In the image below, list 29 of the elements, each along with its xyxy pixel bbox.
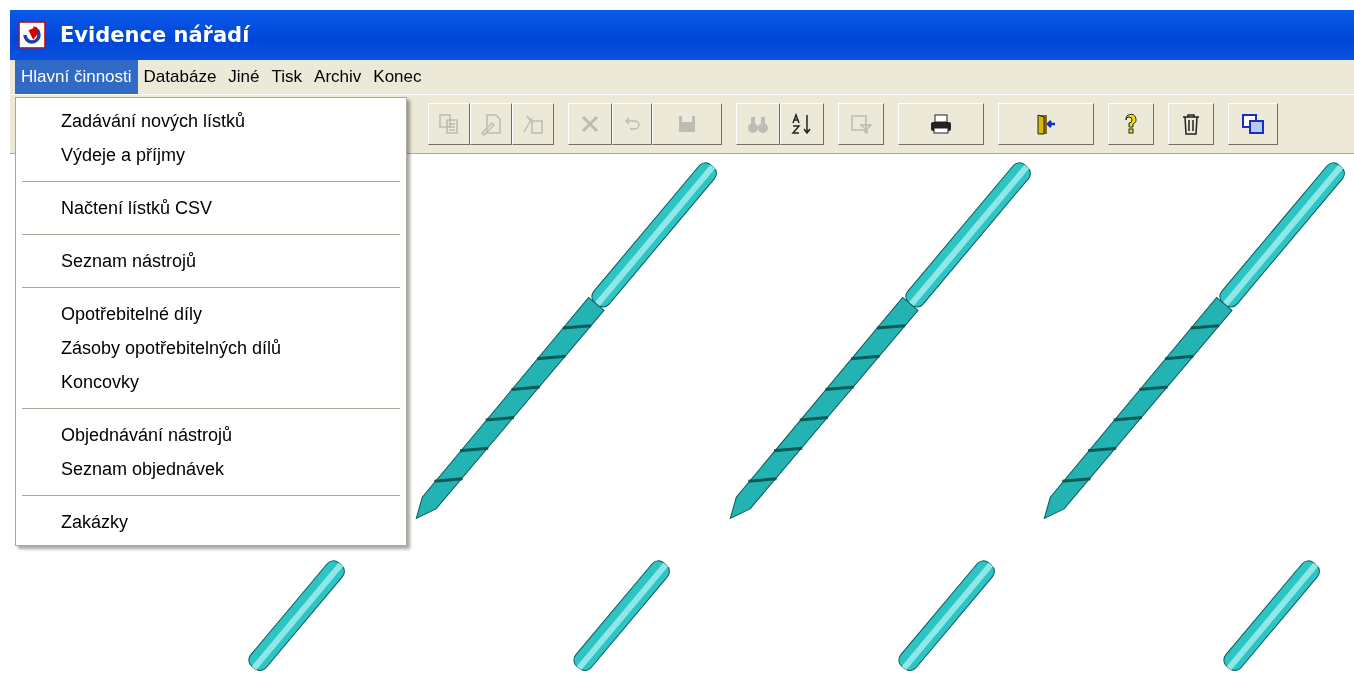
menu-item[interactable]: Jiné <box>222 60 266 94</box>
filter-icon <box>849 112 873 136</box>
toolbar-button[interactable] <box>1168 103 1214 145</box>
app-icon <box>18 21 46 49</box>
menu-entry[interactable]: Seznam nástrojů <box>16 244 406 278</box>
toolbar-button[interactable] <box>780 103 824 145</box>
edit-icon <box>479 112 503 136</box>
window-title: Evidence nářadí <box>60 23 250 47</box>
toolbar-button[interactable] <box>898 103 984 145</box>
menu-item[interactable]: Hlavní činnosti <box>15 60 138 94</box>
menu-entry[interactable]: Výdeje a příjmy <box>16 138 406 172</box>
printer-icon <box>929 112 953 136</box>
windows-icon <box>1241 112 1265 136</box>
menu-entry[interactable]: Načtení lístků CSV <box>16 191 406 225</box>
menu-entry[interactable]: Seznam objednávek <box>16 452 406 486</box>
door-icon <box>1034 112 1058 136</box>
menu-entry[interactable]: Opotřebitelné díly <box>16 297 406 331</box>
menu-item[interactable]: Databáze <box>137 60 223 94</box>
menu-item[interactable]: Archiv <box>308 60 368 94</box>
menu-entry[interactable]: Koncovky <box>16 365 406 399</box>
toolbar-button[interactable] <box>1228 103 1278 145</box>
sort-icon <box>790 112 814 136</box>
menu-entry[interactable]: Zadávání nových lístků <box>16 104 406 138</box>
menu-entry[interactable]: Zásoby opotřebitelných dílů <box>16 331 406 365</box>
menu-entry[interactable]: Zakázky <box>16 505 406 539</box>
menu-entry[interactable]: Objednávání nástrojů <box>16 418 406 452</box>
menu-item[interactable]: Tisk <box>265 60 309 94</box>
menu-item[interactable]: Konec <box>367 60 428 94</box>
copy-icon <box>437 112 461 136</box>
